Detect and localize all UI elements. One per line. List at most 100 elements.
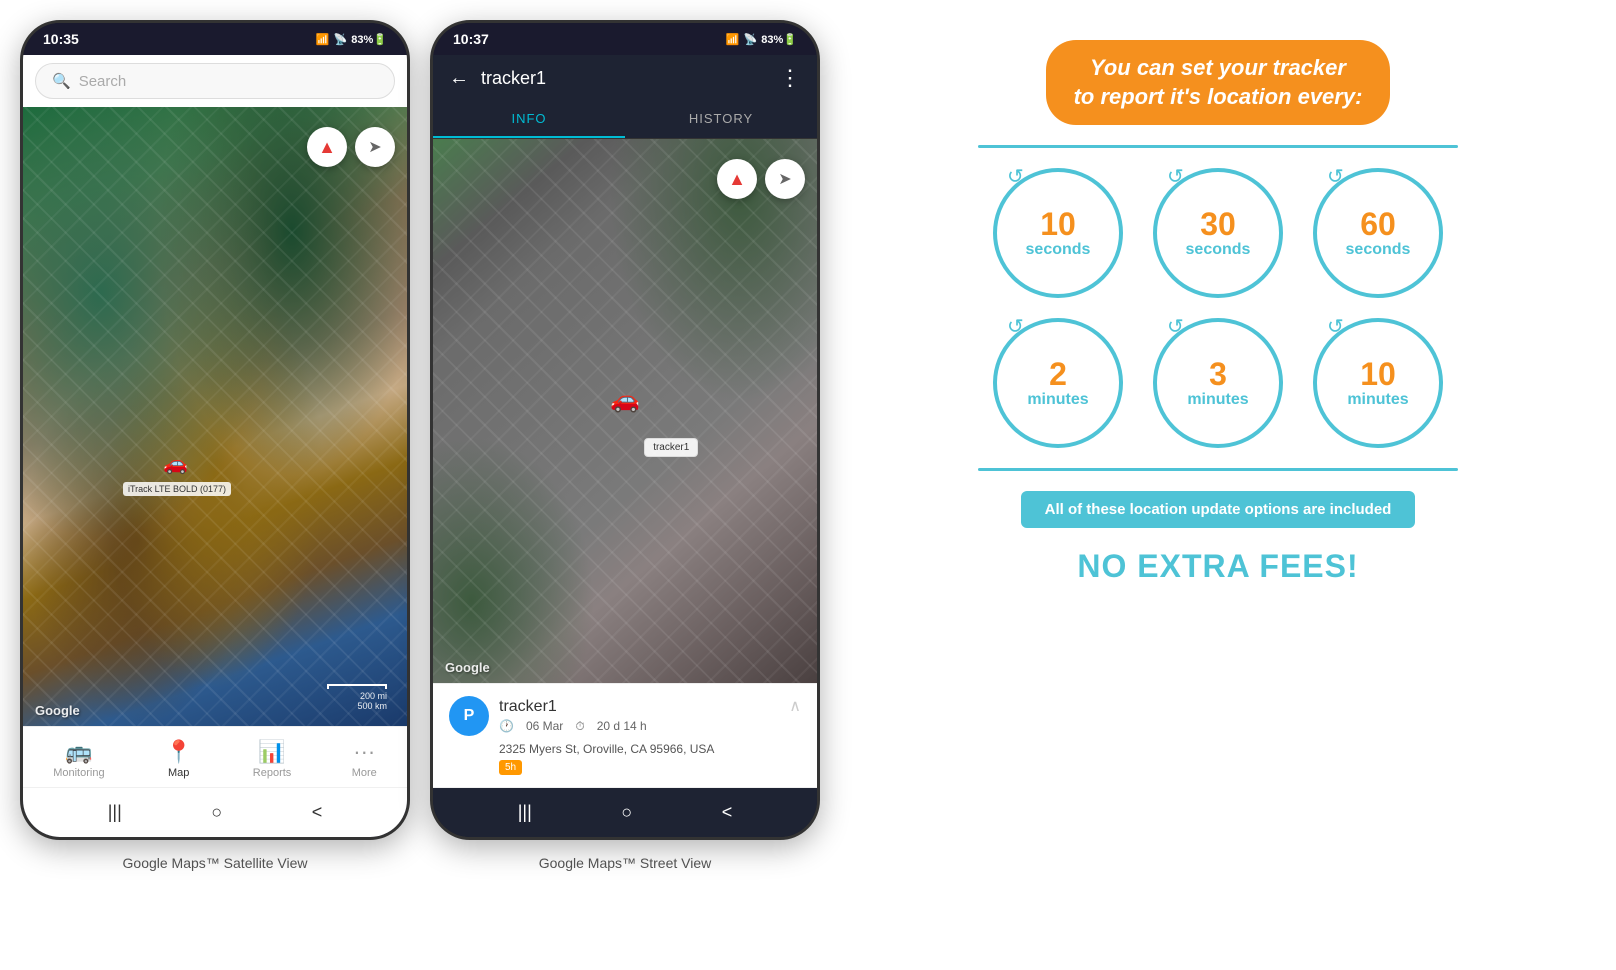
more-label: More: [352, 767, 377, 779]
tracker-meta: 🕐 06 Mar ⏱ 20 d 14 h: [499, 719, 801, 734]
sys-back-btn[interactable]: <: [292, 798, 343, 827]
sys-menu-btn2[interactable]: |||: [498, 798, 552, 827]
time-number-3: 60: [1360, 208, 1396, 240]
circle-arrow-5: ↺: [1167, 314, 1184, 339]
phone1-status-bar: 10:35 📶 📡 83%🔋: [23, 23, 407, 55]
time-unit-6: minutes: [1347, 390, 1408, 409]
circle-inner-4: 2 minutes: [1027, 358, 1088, 409]
menu-button[interactable]: ⋮: [779, 65, 801, 91]
scale-line: [327, 684, 387, 689]
north-button[interactable]: ▲: [307, 127, 347, 167]
phone2-caption: Google Maps™ Street View: [539, 855, 712, 871]
no-extra-fees-text: NO EXTRA FEES!: [1077, 548, 1358, 585]
reports-icon: 📊: [258, 739, 285, 765]
direction-button[interactable]: ➤: [355, 127, 395, 167]
monitoring-icon: 🚌: [65, 739, 92, 765]
tracker-device-name: tracker1: [499, 698, 801, 716]
map-label: iTrack LTE BOLD (0177): [123, 482, 231, 496]
scale-500km: 500 km: [357, 701, 387, 711]
circle-inner-2: 30 seconds: [1186, 208, 1251, 259]
street-direction-button[interactable]: ➤: [765, 159, 805, 199]
tracker-title: tracker1: [481, 68, 767, 89]
phone2-wrapper: 10:37 📶 📡 83%🔋 ← tracker1 ⋮ INFO H: [430, 20, 820, 871]
phone2-battery: 83%🔋: [761, 33, 797, 46]
time-unit-3: seconds: [1346, 240, 1411, 259]
tracker-duration: 20 d 14 h: [597, 719, 647, 734]
circle-inner-5: 3 minutes: [1187, 358, 1248, 409]
tab-info-label: INFO: [511, 111, 546, 126]
reports-label: Reports: [253, 767, 292, 779]
phones-section: 10:35 📶 📡 83%🔋 🔍 Search: [20, 20, 820, 871]
phone2-frame: 10:37 📶 📡 83%🔋 ← tracker1 ⋮ INFO H: [430, 20, 820, 840]
tab-info[interactable]: INFO: [433, 101, 625, 138]
title-line2: to report it's location every:: [1074, 84, 1363, 109]
no-fees-banner: All of these location update options are…: [1021, 491, 1416, 528]
circle-arrow-2: ↺: [1167, 164, 1184, 189]
map-pin: 🚗: [163, 451, 188, 476]
phone2-wifi: 📡: [744, 33, 758, 46]
time-unit-4: minutes: [1027, 390, 1088, 409]
tracker-info-row1: P tracker1 🕐 06 Mar ⏱ 20 d 14 h: [449, 696, 801, 736]
street-google-watermark: Google: [445, 660, 490, 675]
time-number-1: 10: [1040, 208, 1076, 240]
nav-monitoring[interactable]: 🚌 Monitoring: [43, 735, 114, 783]
bottom-divider: [978, 468, 1458, 471]
tracker-avatar: P: [449, 696, 489, 736]
phone2-map[interactable]: ▲ ➤ 🚗 tracker1 Google: [433, 139, 817, 683]
phone1-caption: Google Maps™ Satellite View: [123, 855, 308, 871]
phone1-bottom-nav: 🚌 Monitoring 📍 Map 📊 Reports ··· More: [23, 726, 407, 787]
nav-reports[interactable]: 📊 Reports: [243, 735, 302, 783]
scale-200mi: 200 mi: [360, 691, 387, 701]
top-divider: [978, 145, 1458, 148]
sys-home-btn[interactable]: ○: [191, 798, 242, 827]
tracker-address: 2325 Myers St, Oroville, CA 95966, USA: [499, 742, 801, 756]
title-banner: You can set your tracker to report it's …: [1046, 40, 1391, 125]
search-input[interactable]: 🔍 Search: [35, 63, 395, 99]
phone1-map[interactable]: ▲ ➤ 🚗 iTrack LTE BOLD (0177) Google 200 …: [23, 107, 407, 726]
sys-menu-btn[interactable]: |||: [88, 798, 142, 827]
phone2-status-icons: 📶 📡 83%🔋: [726, 33, 797, 46]
scroll-indicator: ∧: [789, 696, 801, 716]
circle-arrow-3: ↺: [1327, 164, 1344, 189]
map-texture: [23, 107, 407, 726]
timer-icon: ⏱: [575, 719, 584, 734]
map-icon: 📍: [165, 739, 192, 765]
time-number-6: 10: [1360, 358, 1396, 390]
time-unit-2: seconds: [1186, 240, 1251, 259]
tracker-tabs: INFO HISTORY: [433, 101, 817, 139]
nav-more[interactable]: ··· More: [342, 735, 387, 783]
no-fees-text: All of these location update options are…: [1045, 501, 1392, 518]
phone1-frame: 10:35 📶 📡 83%🔋 🔍 Search: [20, 20, 410, 840]
circle-arrow-4: ↺: [1007, 314, 1024, 339]
circle-inner-1: 10 seconds: [1026, 208, 1091, 259]
circle-30sec: ↺ 30 seconds: [1153, 168, 1283, 298]
search-placeholder: Search: [79, 73, 127, 90]
satellite-map: ▲ ➤ 🚗 iTrack LTE BOLD (0177) Google 200 …: [23, 107, 407, 726]
circle-2min: ↺ 2 minutes: [993, 318, 1123, 448]
tracker-date: 06 Mar: [526, 719, 563, 734]
back-button[interactable]: ←: [449, 67, 469, 90]
phone2-system-nav: ||| ○ <: [433, 787, 817, 837]
phone1-search-bar[interactable]: 🔍 Search: [23, 55, 407, 107]
time-number-4: 2: [1049, 358, 1067, 390]
street-north-button[interactable]: ▲: [717, 159, 757, 199]
phone1-status-icons: 📶 📡 83%🔋: [316, 33, 387, 46]
google-watermark: Google: [35, 703, 80, 718]
time-unit-1: seconds: [1026, 240, 1091, 259]
phone2-status-bar: 10:37 📶 📡 83%🔋: [433, 23, 817, 55]
more-icon: ···: [353, 739, 375, 765]
scale-bar: 200 mi 500 km: [327, 684, 387, 711]
circle-3min: ↺ 3 minutes: [1153, 318, 1283, 448]
tracker-label-box: tracker1: [644, 438, 698, 457]
circle-inner-3: 60 seconds: [1346, 208, 1411, 259]
sys-home-btn2[interactable]: ○: [601, 798, 652, 827]
tab-history[interactable]: HISTORY: [625, 101, 817, 138]
nav-map[interactable]: 📍 Map: [155, 735, 202, 783]
tab-history-label: HISTORY: [689, 111, 753, 126]
circle-60sec: ↺ 60 seconds: [1313, 168, 1443, 298]
sys-back-btn2[interactable]: <: [702, 798, 753, 827]
circle-10sec: ↺ 10 seconds: [993, 168, 1123, 298]
phone1-signal: 📶: [316, 33, 330, 46]
phone1-system-nav: ||| ○ <: [23, 787, 407, 837]
monitoring-label: Monitoring: [53, 767, 104, 779]
